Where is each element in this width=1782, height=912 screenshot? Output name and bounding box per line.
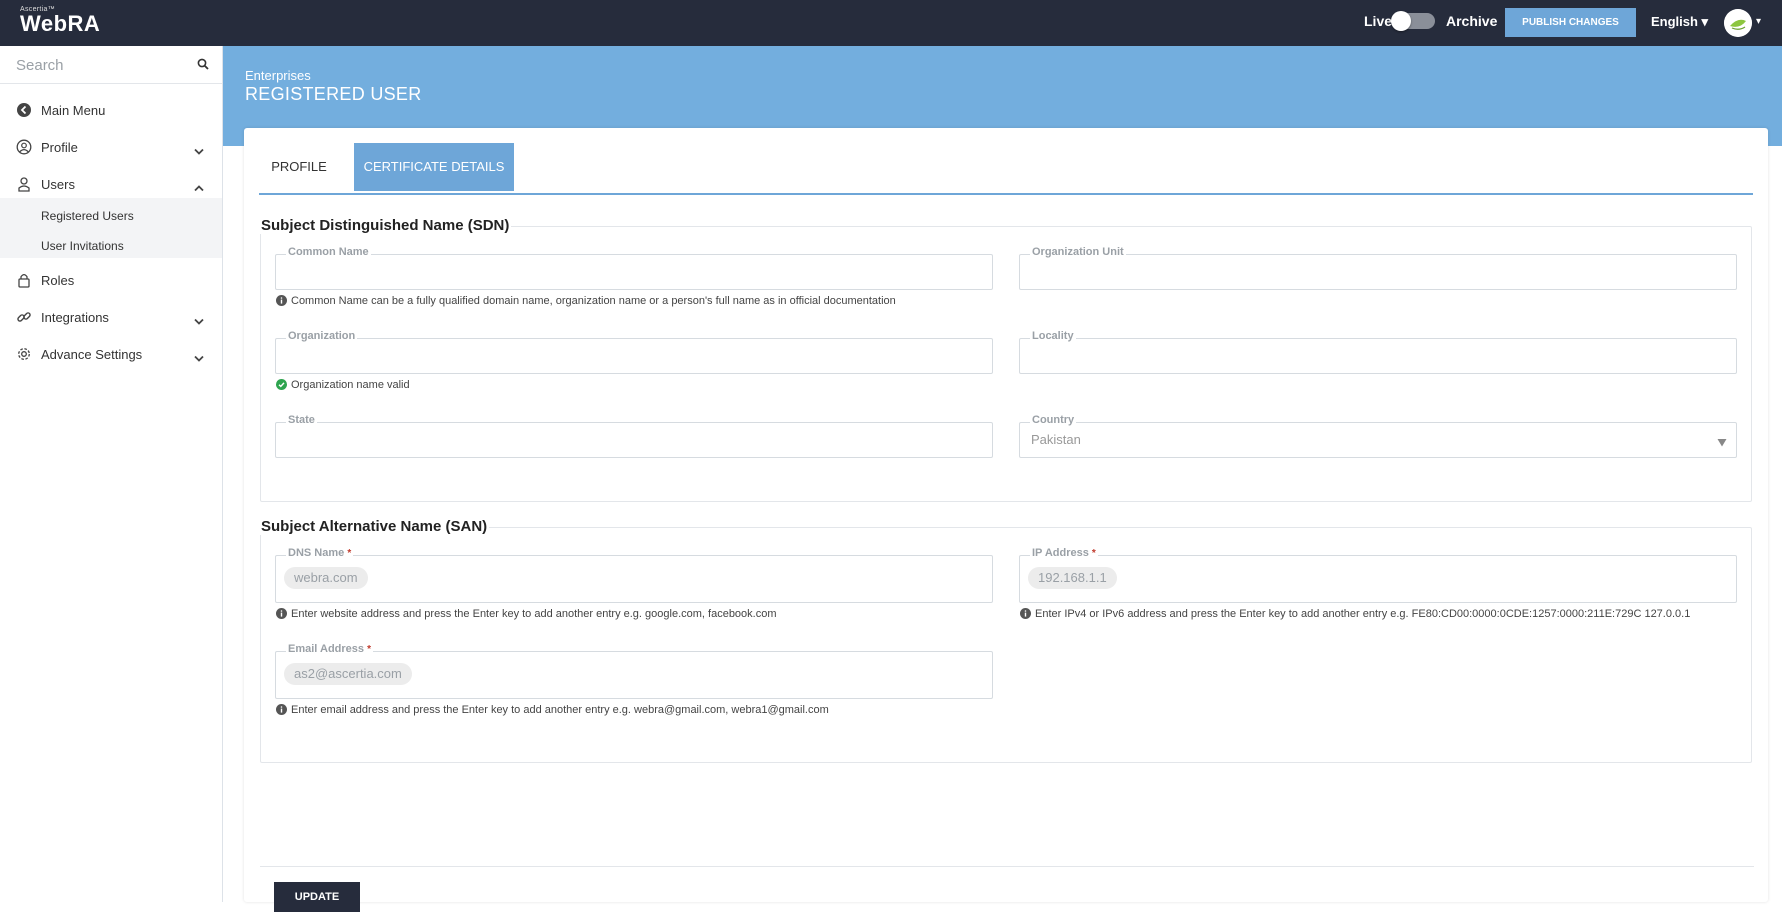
san-section-title: Subject Alternative Name (SAN) [259,518,490,535]
required-mark: * [1091,548,1096,559]
email-address-hint: Enter email address and press the Enter … [276,704,829,718]
state-field[interactable]: State [275,414,993,458]
sidebar-item-label: Profile [41,140,78,155]
sidebar-item-users[interactable]: Users [0,166,222,202]
ip-address-label-text: IP Address [1032,547,1089,559]
check-circle-icon [276,379,287,393]
info-icon [1020,608,1031,622]
back-circle-icon [16,102,32,118]
chevron-down-icon [194,142,204,160]
users-submenu: Registered Users User Invitations [0,198,222,258]
tab-certificate-details[interactable]: CERTIFICATE DETAILS [354,143,514,191]
common-name-field[interactable]: Common Name [275,246,993,290]
info-icon [276,704,287,718]
country-value: Pakistan [1031,432,1081,447]
organization-label: Organization [286,330,358,342]
organization-unit-label: Organization Unit [1030,246,1126,258]
breadcrumb[interactable]: Enterprises [245,68,311,83]
sidebar-item-roles[interactable]: Roles [0,262,222,298]
ip-address-label: IP Address * [1030,547,1098,559]
update-button[interactable]: UPDATE [274,882,360,912]
language-selector[interactable]: English ▾ [1651,14,1708,30]
search-icon[interactable] [197,57,209,75]
sdn-section-title: Subject Distinguished Name (SDN) [259,217,512,234]
sidebar-item-label: Main Menu [41,103,106,118]
page-title: REGISTERED USER [245,84,422,104]
link-icon [16,309,32,325]
publish-changes-button[interactable]: PUBLISH CHANGES [1505,8,1636,37]
search-input[interactable] [14,54,188,76]
sidebar-item-profile[interactable]: Profile [0,129,222,165]
chevron-down-icon [194,349,204,367]
brand-name: WebRA [20,11,101,36]
organization-unit-field[interactable]: Organization Unit [1019,246,1737,290]
sidebar-search [0,46,222,84]
state-label: State [286,414,317,426]
sidebar-item-label: Advance Settings [41,347,143,362]
sidebar-item-integrations[interactable]: Integrations [0,299,222,335]
info-icon [276,295,287,309]
sidebar-subitem-registered-users[interactable]: Registered Users [41,209,134,223]
organization-status: Organization name valid [276,379,410,393]
email-address-chip[interactable]: as2@ascertia.com [284,663,412,685]
live-archive-toggle[interactable] [1391,11,1435,31]
common-name-hint: Common Name can be a fully qualified dom… [276,295,896,309]
info-icon [276,608,287,622]
brand-logo[interactable]: Ascertia™ WebRA [20,6,100,35]
ip-address-hint: Enter IPv4 or IPv6 address and press the… [1020,608,1690,622]
required-mark: * [347,548,352,559]
avatar-leaf-icon [1724,9,1752,37]
ip-address-field[interactable]: IP Address * 192.168.1.1 [1019,547,1737,603]
dns-name-hint: Enter website address and press the Ente… [276,608,777,622]
sidebar-item-label: Users [41,177,75,192]
avatar-caret-icon[interactable]: ▾ [1756,16,1761,27]
dns-name-hint-text: Enter website address and press the Ente… [291,608,777,620]
dns-name-field[interactable]: DNS Name * webra.com [275,547,993,603]
live-label: Live [1364,13,1393,29]
dns-name-chip[interactable]: webra.com [284,567,368,589]
email-address-hint-text: Enter email address and press the Enter … [291,704,829,716]
dns-name-label-text: DNS Name [288,547,345,559]
toggle-knob [1391,11,1411,31]
organization-field[interactable]: Organization [275,330,993,374]
dns-name-label: DNS Name * [286,547,354,559]
lock-icon [16,272,32,288]
common-name-hint-text: Common Name can be a fully qualified dom… [291,295,896,307]
gear-icon [16,346,32,362]
sidebar-item-advance-settings[interactable]: Advance Settings [0,336,222,372]
required-mark: * [367,644,371,655]
email-address-field[interactable]: Email Address * as2@ascertia.com [275,643,993,699]
sidebar-subitem-user-invitations[interactable]: User Invitations [41,239,124,253]
archive-label: Archive [1446,13,1498,29]
country-label: Country [1030,414,1077,426]
caret-down-icon [1717,434,1727,452]
chevron-up-icon [194,179,204,197]
chevron-down-icon [194,312,204,330]
ip-address-chip[interactable]: 192.168.1.1 [1028,567,1117,589]
locality-label: Locality [1030,330,1076,342]
email-address-label-text: Email Address [288,643,365,655]
divider [260,866,1754,867]
avatar[interactable] [1724,9,1752,37]
organization-status-text: Organization name valid [291,379,410,391]
sidebar-item-label: Roles [41,273,75,288]
user-circle-icon [16,139,32,155]
email-address-label: Email Address * [286,643,373,655]
sidebar-item-main-menu[interactable]: Main Menu [0,92,222,128]
users-icon [16,176,32,192]
common-name-label: Common Name [286,246,371,258]
tab-profile[interactable]: PROFILE [259,143,339,191]
locality-field[interactable]: Locality [1019,330,1737,374]
top-bar: Ascertia™ WebRA Live Archive PUBLISH CHA… [0,0,1782,46]
sidebar-item-label: Integrations [41,310,109,325]
content-card: PROFILE CERTIFICATE DETAILS Subject Dist… [244,128,1768,912]
sidebar: Main Menu Profile Users Registered Users… [0,46,223,902]
country-select[interactable]: Country Pakistan [1019,414,1737,458]
tab-bar: PROFILE CERTIFICATE DETAILS [259,143,1753,195]
ip-address-hint-text: Enter IPv4 or IPv6 address and press the… [1035,608,1691,620]
